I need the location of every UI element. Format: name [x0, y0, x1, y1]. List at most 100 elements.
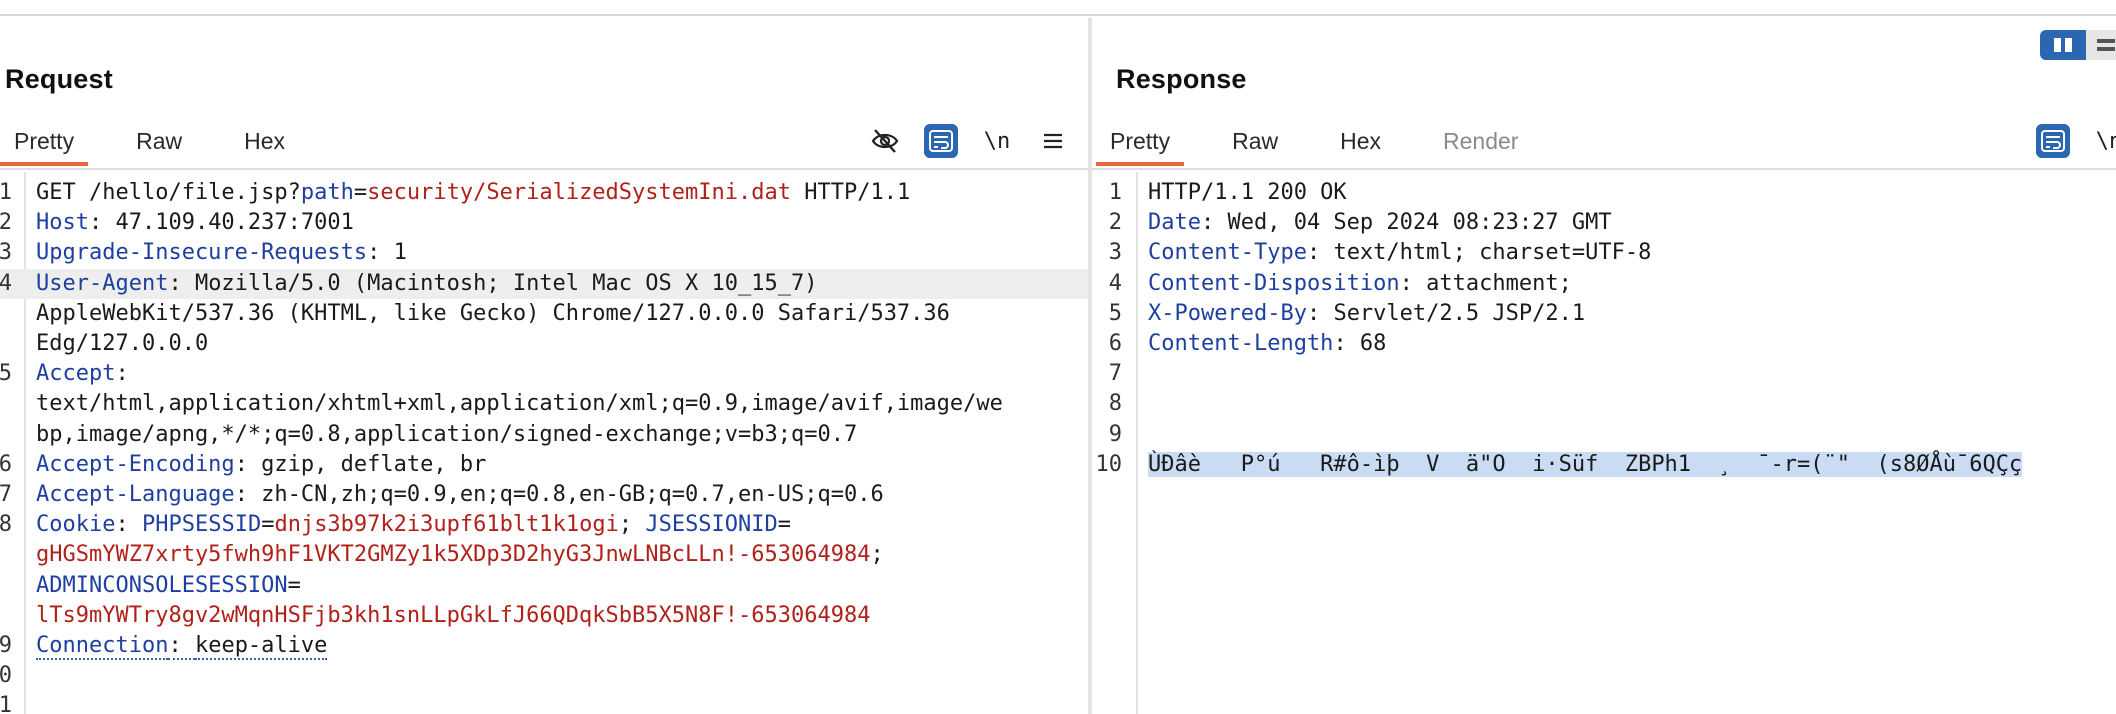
request-title: Request	[5, 64, 113, 94]
line-code: ÙÐâè P°ú R#ô-ìþ V ä"O i·Süf ZBPh1 ¸ ¯-r=…	[1148, 450, 2023, 480]
code-token: Content-Disposition	[1148, 271, 1400, 296]
code-token: Date	[1148, 210, 1201, 235]
newline-icon[interactable]: \n	[2092, 124, 2116, 158]
code-token: : 47.109.40.237:7001	[88, 210, 354, 235]
response-code-line: 4 Content-Disposition: attachment;	[1092, 269, 2116, 299]
line-number: 5	[0, 361, 12, 386]
code-token: X-Powered-By	[1148, 301, 1307, 326]
top-toolbar-edge	[0, 0, 2116, 16]
line-number: 2	[1108, 210, 1122, 235]
line-number: 1	[0, 693, 12, 714]
line-code: lTs9mYWTry8gv2wMqnHSFjb3kh1snLLpGkLfJ66Q…	[36, 601, 870, 631]
line-code: Upgrade-Insecure-Requests: 1	[36, 238, 407, 268]
line-number: 1	[0, 180, 12, 205]
line-number: 6	[0, 452, 12, 477]
wrap-lines-icon[interactable]	[924, 124, 958, 158]
request-code-line: 9 Connection: keep-alive	[0, 631, 1088, 661]
code-token: Content-Type	[1148, 240, 1307, 265]
code-token: Upgrade-Insecure-Requests	[36, 240, 368, 265]
code-token: : Mozilla/5.0 (Macintosh; Intel Mac OS X…	[168, 271, 818, 296]
request-code-line: 6 Accept-Encoding: gzip, deflate, br	[0, 450, 1088, 480]
line-code: Edg/127.0.0.0	[36, 329, 208, 359]
code-token: =	[777, 512, 792, 537]
request-code-line: ADMINCONSOLESESSION=	[0, 571, 1088, 601]
response-tabs-rule	[1092, 168, 2116, 170]
request-tab-raw[interactable]: Raw	[122, 114, 196, 166]
code-token: Accept	[36, 361, 116, 386]
request-code-line: 3 Upgrade-Insecure-Requests: 1	[0, 238, 1088, 268]
line-number: 3	[1108, 240, 1122, 265]
response-tab-pretty[interactable]: Pretty	[1096, 114, 1185, 166]
layout-stacked-icon[interactable]	[2086, 30, 2116, 60]
wrap-lines-icon[interactable]	[2036, 124, 2070, 158]
response-editor[interactable]: 1 HTTP/1.1 200 OK 2 Date: Wed, 04 Sep 2024 …	[1092, 172, 2116, 714]
response-tab-raw[interactable]: Raw	[1218, 114, 1292, 166]
response-code-line: 5 X-Powered-By: Servlet/2.5 JSP/2.1	[1092, 299, 2116, 329]
code-token: : gzip, deflate, br	[234, 452, 487, 477]
line-code: Content-Length: 68	[1148, 329, 1386, 359]
code-token: : text/html; charset=UTF-8	[1306, 240, 1652, 265]
request-code-line: 1	[0, 691, 1088, 714]
code-token: :	[168, 633, 195, 660]
code-token: Cookie	[36, 512, 116, 537]
request-editor[interactable]: 1 GET /hello/file.jsp?path=security/Seria…	[0, 172, 1088, 714]
code-token: :	[115, 361, 129, 386]
request-tab-hex[interactable]: Hex	[230, 114, 299, 166]
response-code-line: 7	[1092, 359, 2116, 389]
response-tab-render[interactable]: Render	[1429, 114, 1532, 166]
line-code: Accept-Language: zh-CN,zh;q=0.9,en;q=0.8…	[36, 480, 884, 510]
line-number: 10	[1095, 452, 1123, 477]
request-panel: Request Pretty Raw Hex \n 1 GET /hello/fi…	[0, 18, 1088, 714]
layout-toggle	[2040, 30, 2116, 60]
code-token: :	[115, 512, 142, 537]
newline-icon[interactable]: \n	[980, 124, 1014, 158]
request-code-line: lTs9mYWTry8gv2wMqnHSFjb3kh1snLLpGkLfJ66Q…	[0, 601, 1088, 631]
request-code-line: 1 GET /hello/file.jsp?path=security/Seria…	[0, 178, 1088, 208]
request-tab-pretty[interactable]: Pretty	[0, 114, 89, 166]
line-number: 2	[0, 210, 12, 235]
line-code: gHGSmYWZ7xrty5fwh9hF1VKT2GMZy1k5XDp3D2hy…	[36, 540, 884, 570]
code-token: : zh-CN,zh;q=0.9,en;q=0.8,en-GB;q=0.7,en…	[234, 482, 884, 507]
line-number: 6	[1108, 331, 1122, 356]
code-token: bp,image/apng,*/*;q=0.8,application/sign…	[36, 422, 858, 447]
line-number: 4	[1108, 271, 1122, 296]
line-code: Cookie: PHPSESSID=dnjs3b97k2i3upf61blt1k…	[36, 510, 791, 540]
code-token: JSESSIONID	[645, 512, 778, 537]
request-code-line: 5 Accept:	[0, 359, 1088, 389]
line-code: User-Agent: Mozilla/5.0 (Macintosh; Inte…	[36, 269, 817, 299]
request-code-line: 2 Host: 47.109.40.237:7001	[0, 208, 1088, 238]
code-token: User-Agent	[36, 271, 169, 296]
request-tools: \n	[868, 124, 1088, 158]
line-number: 1	[1108, 180, 1122, 205]
response-code-line: 9	[1092, 420, 2116, 450]
code-token: GET /hello/file.jsp?	[36, 180, 301, 205]
code-token: AppleWebKit/537.36 (KHTML, like Gecko) C…	[36, 301, 950, 326]
line-number: 9	[1108, 422, 1122, 447]
code-token: dnjs3b97k2i3upf61blt1k1ogi	[274, 512, 619, 537]
response-code-line: 1 HTTP/1.1 200 OK	[1092, 178, 2116, 208]
code-token: : Servlet/2.5 JSP/2.1	[1306, 301, 1586, 326]
code-token: ;	[618, 512, 646, 537]
request-code-line: 8 Cookie: PHPSESSID=dnjs3b97k2i3upf61blt1…	[0, 510, 1088, 540]
code-token: =	[261, 512, 275, 537]
code-token: gHGSmYWZ7xrty5fwh9hF1VKT2GMZy1k5XDp3D2hy…	[36, 542, 871, 567]
layout-toggle-icon[interactable]	[2040, 30, 2086, 60]
code-token: text/html,application/xhtml+xml,applicat…	[36, 391, 1003, 416]
response-code-line: 6 Content-Length: 68	[1092, 329, 2116, 359]
line-code: Date: Wed, 04 Sep 2024 08:23:27 GMT	[1148, 208, 1612, 238]
code-token: ;	[870, 542, 884, 567]
line-code: Content-Disposition: attachment;	[1148, 269, 1572, 299]
code-token: Accept-Language	[36, 482, 235, 507]
line-code: bp,image/apng,*/*;q=0.8,application/sign…	[36, 420, 857, 450]
line-number: 4	[0, 271, 12, 296]
response-tab-hex[interactable]: Hex	[1326, 114, 1395, 166]
hide-eye-icon[interactable]	[868, 124, 902, 158]
response-tools: \n	[2036, 124, 2116, 158]
line-number: 7	[1108, 361, 1122, 386]
request-tabs-rule	[0, 168, 1088, 170]
menu-icon[interactable]	[1036, 124, 1070, 158]
code-token: Accept-Encoding	[36, 452, 235, 477]
line-code: Host: 47.109.40.237:7001	[36, 208, 354, 238]
code-token: Host	[36, 210, 89, 235]
code-token: : 1	[367, 240, 407, 265]
